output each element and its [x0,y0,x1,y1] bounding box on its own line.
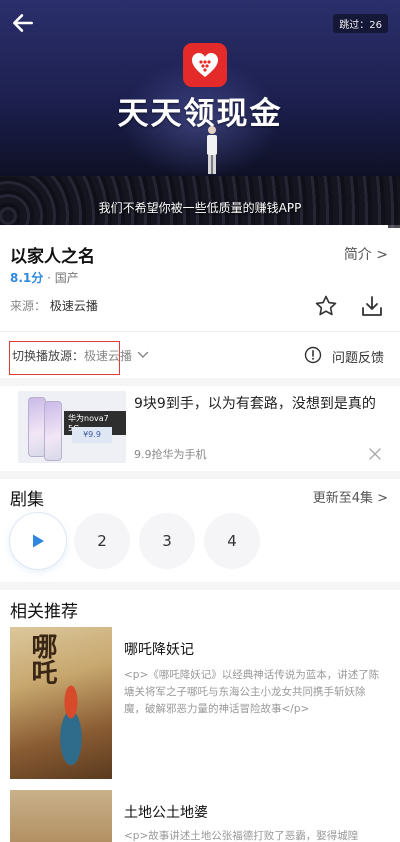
ad-banner[interactable]: 华为nova7 5G ¥9.9 9块9到手，以为有套路，没想到是真的 9.9抢华… [0,383,400,471]
heart-logo-icon [183,43,227,87]
intro-link[interactable]: 简介 > [344,244,388,264]
rating-row: 8.1分 · 国产 [10,269,79,286]
download-icon[interactable] [360,294,384,318]
favorite-star-icon[interactable] [314,294,338,318]
recommend-title[interactable]: 土地公土地婆 [124,802,208,822]
poster-image[interactable] [10,790,112,842]
play-icon [33,534,44,548]
recommend-title[interactable]: 哪吒降妖记 [124,639,194,659]
poster-figure [46,675,96,765]
close-icon[interactable] [368,447,382,461]
ad-thumbnail: 华为nova7 5G ¥9.9 [18,391,126,463]
episode-button-1[interactable] [10,513,66,569]
episode-button-2[interactable]: 2 [74,513,130,569]
video-subtitle: 我们不希望你被一些低质量的赚钱APP [98,201,302,215]
recommend-heading: 相关推荐 [10,602,78,622]
episode-button-3[interactable]: 3 [139,513,195,569]
feedback-alert-icon[interactable] [304,346,322,364]
chevron-down-icon[interactable] [137,350,149,360]
episodes-update-link[interactable]: 更新至4集 > [313,487,388,506]
episodes-heading: 剧集 [10,490,44,510]
phone-image [44,401,62,461]
ad-subtitle: 9.9抢华为手机 [134,448,207,461]
feedback-button[interactable]: 问题反馈 [332,347,384,366]
back-arrow-icon[interactable] [10,10,36,36]
skip-ad-badge[interactable]: 跳过：26 [333,14,388,33]
episode-button-4[interactable]: 4 [204,513,260,569]
rating-score: 8.1分 [10,271,44,285]
section-gap [0,582,400,590]
video-player[interactable]: 跳过：26 天天领现金 我们不希望你被一些低质量的赚钱APP [0,0,400,228]
switch-source-value[interactable]: 极速云播 [84,347,132,364]
recommend-description: <p>《哪吒降妖记》以经典神话传说为蓝本，讲述了陈塘关将军之子哪吒与东海公主小龙… [124,669,380,715]
region-label: · 国产 [47,271,79,285]
ad-headline[interactable]: 9块9到手，以为有套路，没想到是真的 [134,393,376,413]
source-value: 极速云播 [49,299,98,313]
show-title: 以家人之名 [10,247,95,267]
source-switch-row: 切换播放源： 极速云播 问题反馈 [0,334,400,378]
divider [0,331,400,332]
video-title: 天天领现金 [117,96,283,132]
switch-source-label[interactable]: 切换播放源： [12,347,84,364]
poster-image[interactable]: 哪吒 [10,627,112,779]
ad-price-tag: ¥9.9 [72,427,112,443]
speaker-figure [207,126,217,174]
source-row: 来源： 极速云播 [10,297,98,314]
show-info: 以家人之名 简介 > 8.1分 · 国产 来源： 极速云播 [0,228,400,332]
recommend-description: <p>故事讲述土地公张福德打败了恶霸，娶得城隍 [124,830,359,842]
source-label: 来源： [10,299,47,313]
section-gap [0,471,400,479]
